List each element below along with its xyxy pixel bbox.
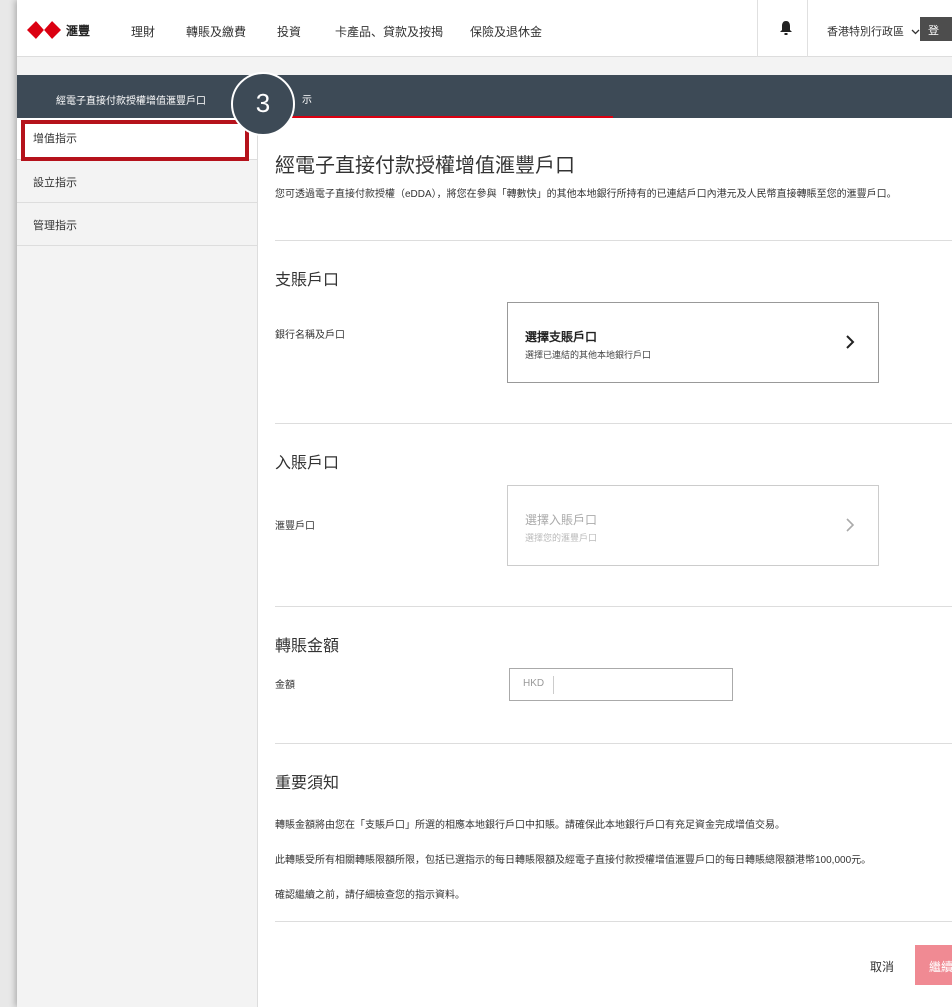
debit-account-label: 銀行名稱及戶口 — [275, 330, 345, 341]
sidebar-item-setup[interactable]: 設立指示 — [17, 160, 257, 203]
credit-section-title: 入賬戶口 — [275, 453, 340, 472]
debit-account-selector[interactable]: 選擇支賬戶口 選擇已連結的其他本地銀行戶口 — [507, 302, 879, 383]
debit-select-title: 選擇支賬戶口 — [525, 330, 598, 344]
nav-divider — [757, 0, 758, 57]
hsbc-logo[interactable]: 滙豐 — [27, 21, 90, 39]
chevron-right-icon — [846, 518, 855, 532]
chevron-right-icon — [846, 335, 855, 349]
amount-section-title: 轉賬金額 — [275, 636, 340, 655]
divider — [275, 921, 952, 922]
sidebar-item-label: 管理指示 — [33, 220, 77, 232]
credit-select-subtitle: 選擇您的滙豐戶口 — [525, 533, 598, 543]
login-button[interactable]: 登 — [920, 17, 952, 41]
currency-separator — [553, 676, 554, 694]
notice-line: 確認繼續之前，請仔細檢查您的指示資料。 — [275, 890, 465, 901]
cancel-button[interactable]: 取消 — [870, 958, 894, 975]
notice-line: 轉賬金額將由您在「支賬戶口」所選的相應本地銀行戶口中扣賬。請確保此本地銀行戶口有… — [275, 820, 785, 831]
region-selector[interactable]: 香港特別行政區 — [827, 23, 920, 39]
browser-page: 滙豐 理財 轉賬及繳費 投資 卡產品、貸款及按揭 保險及退休金 香港特別行政區 … — [17, 0, 952, 1007]
credit-account-selector[interactable]: 選擇入賬戶口 選擇您的滙豐戶口 — [507, 485, 879, 566]
brand-name: 滙豐 — [66, 23, 91, 38]
nav-item-investments[interactable]: 投資 — [277, 23, 301, 40]
continue-button[interactable]: 繼續 — [915, 945, 952, 985]
main-content: 經電子直接付款授權增值滙豐戶口 您可透過電子直接付款授權（eDDA），將您在參與… — [258, 118, 952, 1007]
nav-item-transfers[interactable]: 轉賬及繳費 — [186, 23, 246, 40]
debit-section-title: 支賬戶口 — [275, 270, 340, 289]
credit-select-title: 選擇入賬戶口 — [525, 513, 598, 527]
flow-tab-label[interactable]: 示 — [302, 91, 312, 106]
sidebar-item-label: 設立指示 — [33, 177, 77, 189]
divider — [275, 423, 952, 424]
sidebar: 增值指示 設立指示 管理指示 — [17, 118, 258, 1007]
currency-code: HKD — [523, 678, 545, 689]
amount-field[interactable]: HKD — [509, 668, 733, 701]
nav-item-cards-loans[interactable]: 卡產品、貸款及按揭 — [335, 23, 443, 40]
nav-item-wealth[interactable]: 理財 — [131, 23, 155, 40]
notice-line: 此轉賬受所有相關轉賬限額所限，包括已選指示的每日轉賬限額及經電子直接付款授權增值… — [275, 855, 872, 866]
region-label: 香港特別行政區 — [827, 26, 904, 38]
hsbc-hexagon-icon — [27, 21, 61, 39]
bell-icon[interactable] — [779, 20, 793, 36]
debit-select-subtitle: 選擇已連結的其他本地銀行戶口 — [525, 350, 652, 360]
nav-divider — [807, 0, 808, 57]
amount-label: 金額 — [275, 680, 295, 691]
flow-title: 經電子直接付款授權增值滙豐戶口 — [56, 96, 206, 107]
chevron-down-icon — [911, 29, 920, 35]
step-number-badge: 3 — [231, 72, 295, 136]
divider — [275, 606, 952, 607]
nav-item-insurance[interactable]: 保險及退休金 — [470, 23, 542, 40]
page-title: 經電子直接付款授權增值滙豐戶口 — [275, 153, 575, 177]
divider — [275, 240, 952, 241]
sidebar-item-top-up[interactable]: 增值指示 — [17, 118, 257, 160]
divider — [275, 743, 952, 744]
amount-input[interactable] — [558, 670, 728, 699]
notice-section-title: 重要須知 — [275, 773, 340, 792]
top-navigation: 滙豐 理財 轉賬及繳費 投資 卡產品、貸款及按揭 保險及退休金 香港特別行政區 … — [17, 0, 952, 57]
sidebar-item-manage[interactable]: 管理指示 — [17, 203, 257, 246]
intro-text: 您可透過電子直接付款授權（eDDA），將您在參與「轉數快」的其他本地銀行所持有的… — [275, 189, 897, 200]
flow-header-bar: 經電子直接付款授權增值滙豐戶口 示 — [17, 75, 952, 118]
credit-account-label: 滙豐戶口 — [275, 521, 315, 532]
sidebar-item-label: 增值指示 — [33, 133, 77, 145]
